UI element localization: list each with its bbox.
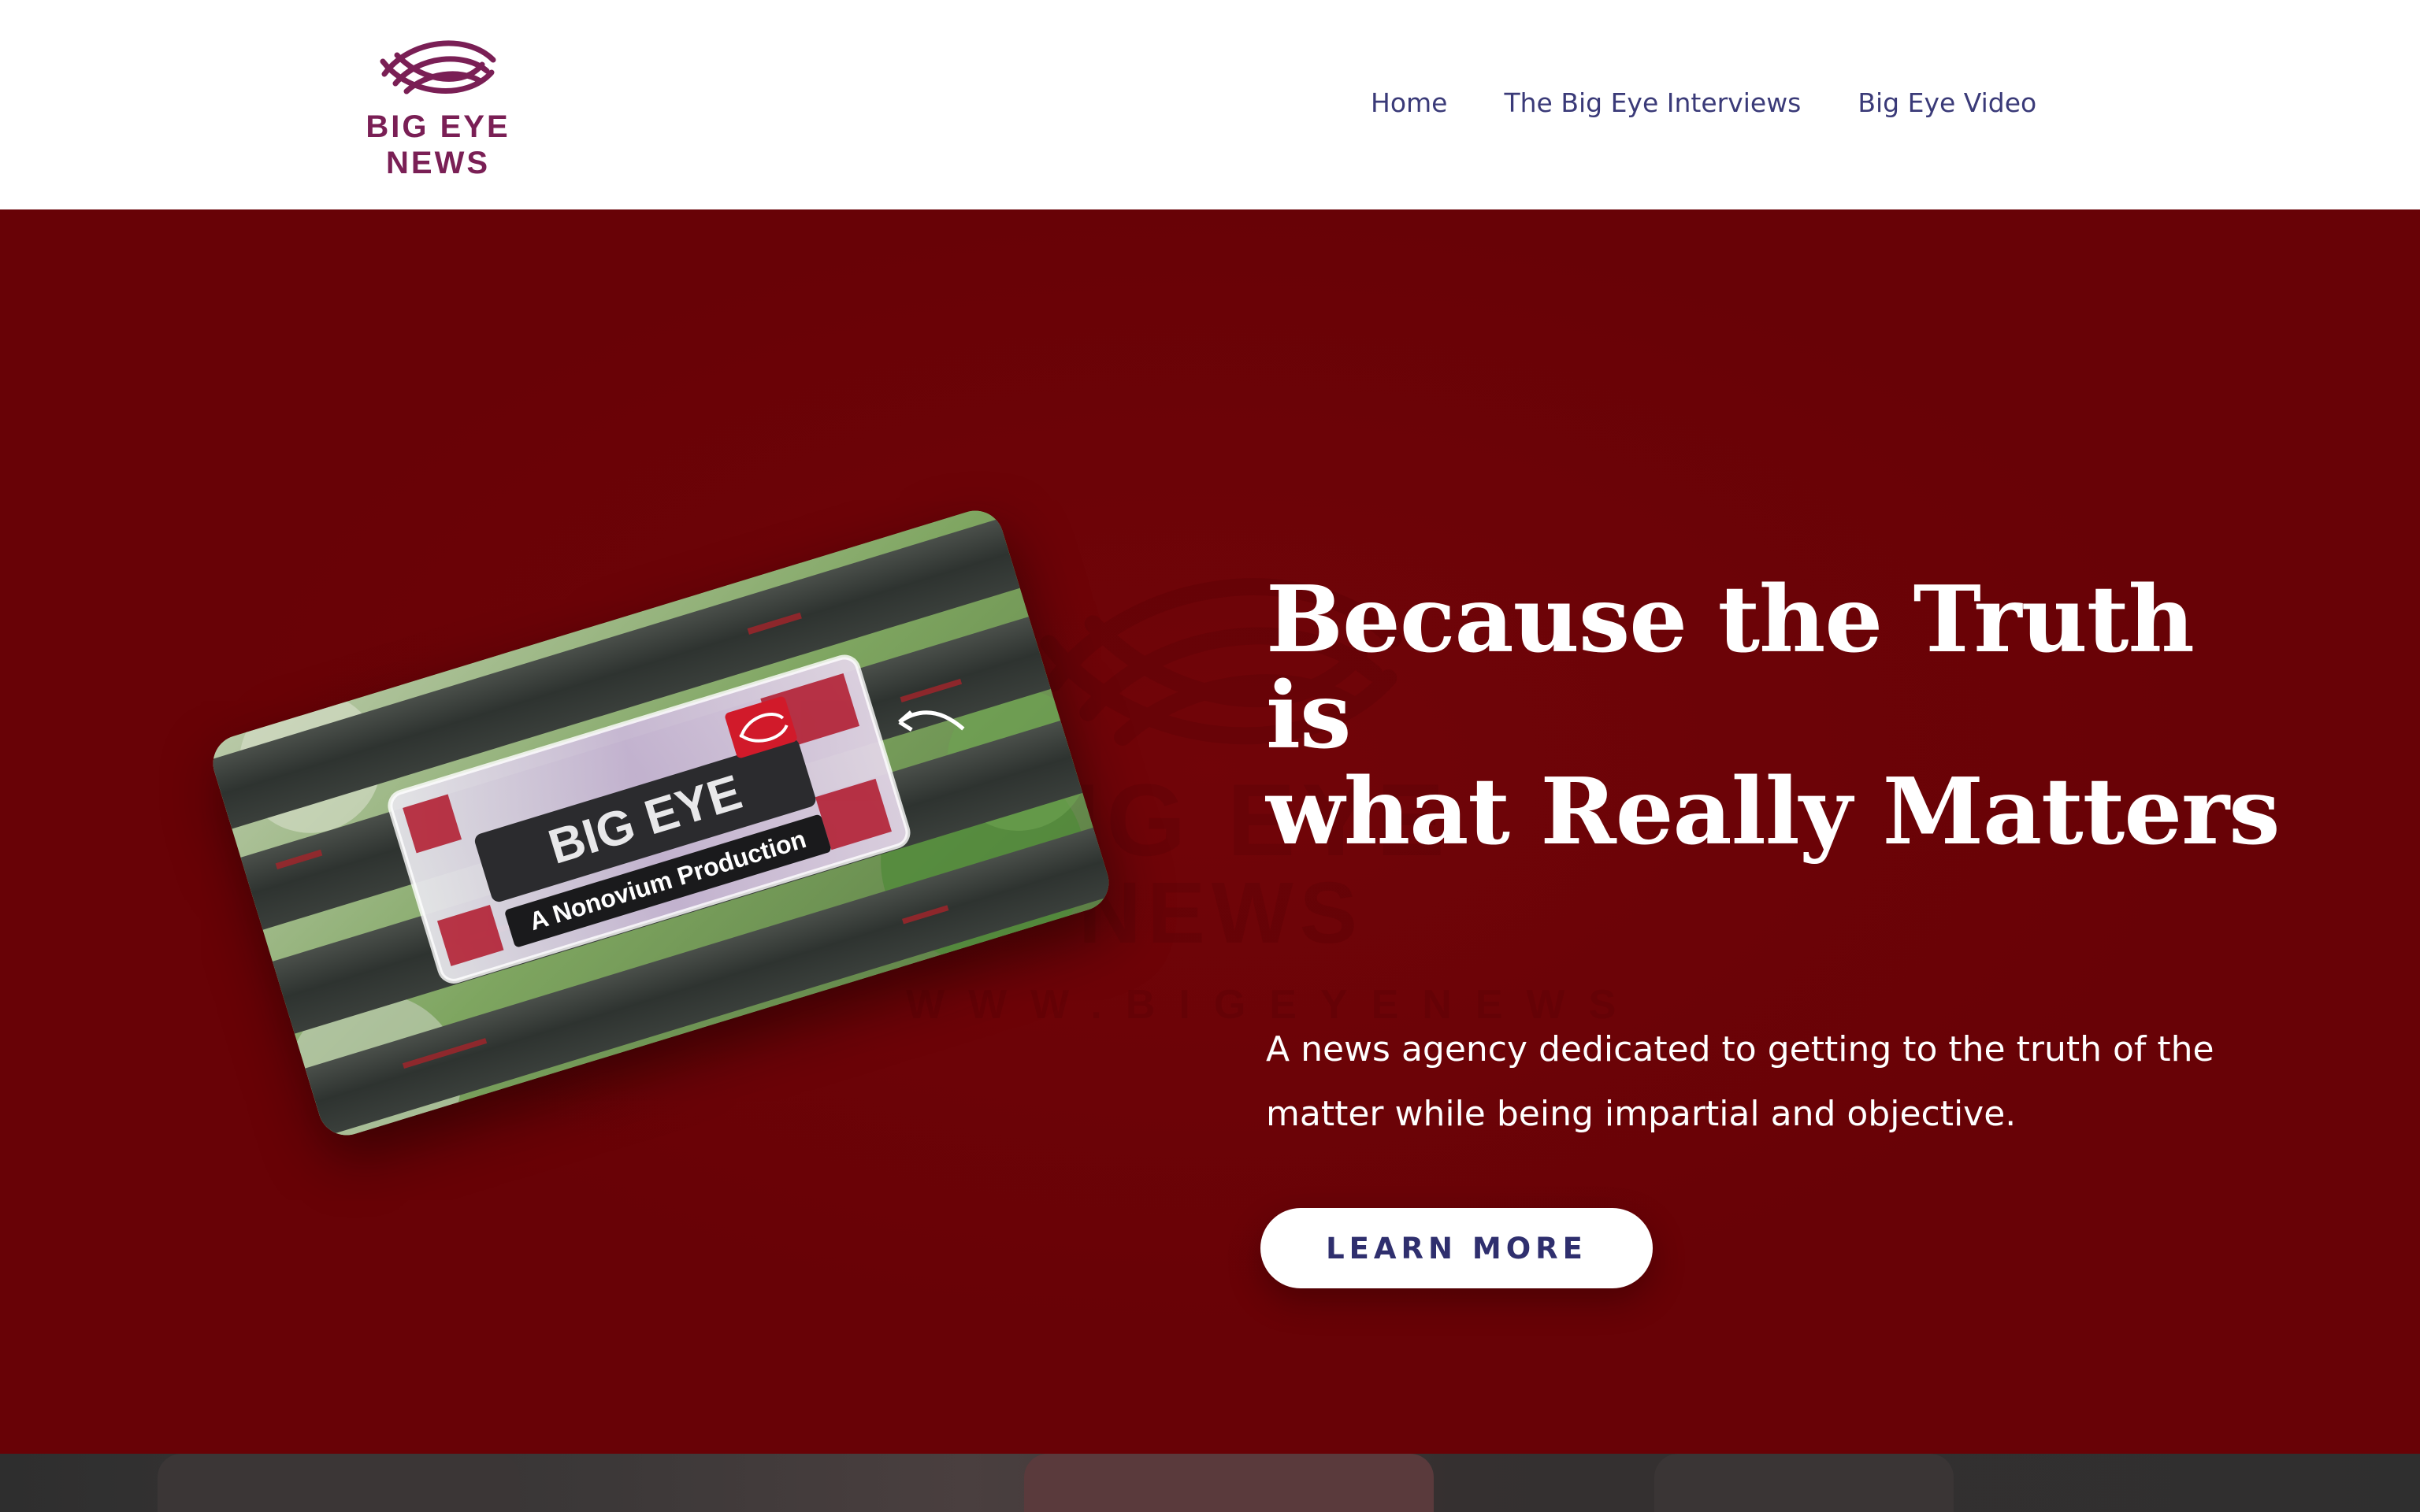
strip-shape-left [158,1454,520,1512]
next-section-preview [0,1454,2420,1512]
hero-heading-line2: what Really Matters [1266,758,2281,865]
nav-big-eye-interviews[interactable]: The Big Eye Interviews [1504,87,1801,118]
hero-subtitle-line2: matter while being impartial and objecti… [1266,1094,2017,1134]
site-header: BIG EYE NEWS Home The Big Eye Interviews… [0,0,2420,209]
nav-big-eye-video[interactable]: Big Eye Video [1858,87,2036,118]
hero-heading: Because the Truth is what Really Matters [1266,572,2290,860]
nav-home[interactable]: Home [1371,87,1447,118]
hero-subtitle-line1: A news agency dedicated to getting to th… [1266,1029,2214,1069]
learn-more-button[interactable]: LEARN MORE [1260,1208,1653,1288]
strip-shape-right [1654,1454,1954,1512]
brand-logo[interactable]: BIG EYE NEWS [361,28,515,183]
main-nav: Home The Big Eye Interviews Big Eye Vide… [1371,83,2036,121]
eye-logo-icon [380,40,496,94]
strip-shape-mid [1024,1454,1434,1512]
hero-section: BIG EYE NEWS WWW.BIGEYENEWS BIG EYE A No… [0,209,2420,1454]
hero-heading-line1: Because the Truth is [1266,566,2195,769]
hero-subtitle: A news agency dedicated to getting to th… [1266,1017,2290,1147]
brand-name-line1: BIG EYE [366,109,510,144]
brand-name-line2: NEWS [386,146,490,180]
